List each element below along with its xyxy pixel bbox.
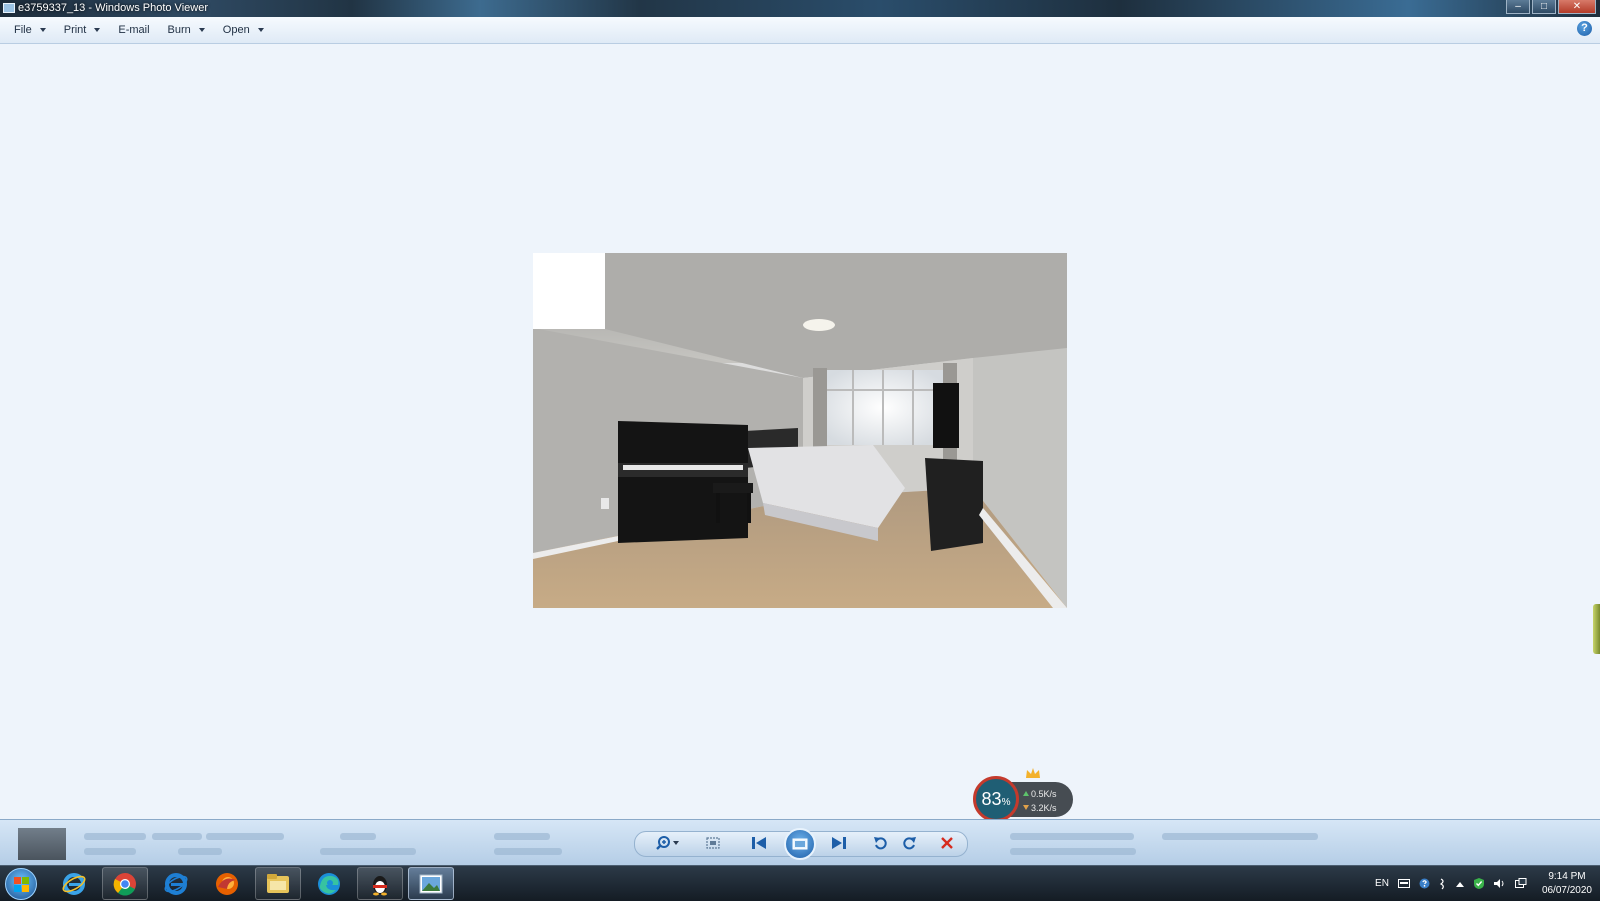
- menu-file[interactable]: File: [0, 19, 55, 41]
- help-icon[interactable]: ?: [1577, 21, 1592, 36]
- windows-logo-icon: [22, 885, 29, 892]
- minimize-button[interactable]: –: [1506, 0, 1530, 14]
- photo-viewer-app-icon: [3, 3, 15, 13]
- info-field: [84, 848, 136, 855]
- next-icon[interactable]: [828, 834, 850, 852]
- info-field: [1162, 833, 1318, 840]
- menu-print-label: Print: [63, 24, 87, 36]
- menu-file-label: File: [14, 24, 32, 36]
- show-hidden-icons-icon[interactable]: [1455, 881, 1464, 887]
- taskbar-chrome[interactable]: [102, 867, 148, 900]
- info-field: [152, 833, 202, 840]
- chevron-down-icon: [94, 28, 101, 32]
- menu-open-label: Open: [222, 24, 250, 36]
- start-button[interactable]: [5, 868, 37, 900]
- windows-logo-icon: [22, 877, 29, 884]
- displayed-photo[interactable]: [533, 253, 1067, 608]
- chevron-down-icon: [198, 28, 205, 32]
- windows-logo-icon: [14, 877, 21, 884]
- download-arrow-icon: [1023, 805, 1029, 810]
- chevron-down-icon: [257, 28, 264, 32]
- info-field: [320, 848, 416, 855]
- taskbar-file-explorer[interactable]: [255, 867, 301, 900]
- rotate-left-icon[interactable]: [870, 834, 892, 852]
- firefox-icon: [216, 872, 238, 895]
- close-button[interactable]: ✕: [1558, 0, 1596, 14]
- zoom-icon[interactable]: [654, 834, 684, 852]
- delete-icon[interactable]: [936, 834, 958, 852]
- internet-explorer-icon: [62, 872, 86, 895]
- memory-usage-ring[interactable]: 83%: [973, 776, 1019, 822]
- taskbar-internet-explorer-2[interactable]: [153, 867, 199, 900]
- usage-percent: 83: [981, 789, 1002, 809]
- info-field: [178, 848, 222, 855]
- taskbar-firefox[interactable]: [204, 867, 250, 900]
- info-field: [206, 833, 284, 840]
- menu-burn-label: Burn: [167, 24, 191, 36]
- slideshow-icon: [792, 838, 808, 850]
- previous-icon[interactable]: [748, 834, 770, 852]
- clock-date: 06/07/2020: [1541, 884, 1592, 896]
- folder-icon: [267, 873, 289, 893]
- qq-penguin-icon: [373, 875, 387, 895]
- windows-logo-icon: [14, 885, 21, 892]
- network-tray-icon[interactable]: [1439, 877, 1447, 890]
- info-field: [494, 833, 550, 840]
- action-center-icon[interactable]: [1514, 878, 1527, 889]
- upload-speed: 0.5K/s: [1031, 789, 1057, 799]
- title-bar[interactable]: e3759337_13 - Windows Photo Viewer – □ ✕: [0, 0, 1600, 17]
- taskbar: EN 9:14 PM 06/07/2020: [0, 865, 1600, 901]
- bedroom-photo-image: [533, 253, 1067, 608]
- taskbar-qq[interactable]: [357, 867, 403, 900]
- help-tray-icon[interactable]: [1419, 878, 1430, 889]
- info-field: [1010, 848, 1136, 855]
- network-speed-widget[interactable]: 83% 0.5K/s 3.2K/s: [973, 768, 1073, 822]
- side-scroll-handle[interactable]: [1593, 604, 1600, 654]
- clock-time: 9:14 PM: [1548, 870, 1586, 882]
- info-field: [340, 833, 376, 840]
- menu-email-label: E-mail: [118, 24, 150, 36]
- actual-size-icon[interactable]: [702, 834, 724, 852]
- menu-bar: File Print E-mail Burn Open ?: [0, 17, 1600, 44]
- keyboard-icon[interactable]: [1397, 879, 1410, 888]
- window-controls: – □ ✕: [1504, 0, 1596, 15]
- menu-email[interactable]: E-mail: [109, 19, 158, 41]
- window-title: e3759337_13 - Windows Photo Viewer: [18, 2, 208, 14]
- chrome-icon: [113, 872, 136, 895]
- taskbar-photo-viewer[interactable]: [408, 867, 454, 900]
- info-field: [494, 848, 562, 855]
- security-shield-icon[interactable]: [1473, 877, 1485, 890]
- upload-arrow-icon: [1023, 791, 1029, 796]
- menu-open[interactable]: Open: [214, 19, 273, 41]
- info-field: [84, 833, 146, 840]
- menu-burn[interactable]: Burn: [159, 19, 214, 41]
- file-thumbnail: [18, 828, 66, 860]
- info-field: [1010, 833, 1134, 840]
- clock[interactable]: 9:14 PM 06/07/2020: [1542, 870, 1592, 898]
- download-speed: 3.2K/s: [1031, 803, 1057, 813]
- internet-explorer-icon: [164, 872, 188, 895]
- usage-percent-unit: %: [1001, 797, 1011, 808]
- taskbar-internet-explorer[interactable]: [51, 867, 97, 900]
- menu-print[interactable]: Print: [55, 19, 110, 41]
- photo-viewer-icon: [419, 874, 443, 893]
- chevron-down-icon: [39, 28, 46, 32]
- system-tray: EN 9:14 PM 06/07/2020: [1375, 866, 1592, 901]
- slideshow-button[interactable]: [784, 828, 816, 860]
- photo-control-bar: [0, 819, 1600, 866]
- volume-icon[interactable]: [1493, 878, 1506, 889]
- taskbar-edge[interactable]: [306, 867, 352, 900]
- maximize-button[interactable]: □: [1532, 0, 1556, 14]
- rotate-right-icon[interactable]: [898, 834, 920, 852]
- edge-icon: [318, 872, 340, 895]
- crown-icon: [1026, 768, 1040, 778]
- language-indicator[interactable]: EN: [1375, 878, 1389, 889]
